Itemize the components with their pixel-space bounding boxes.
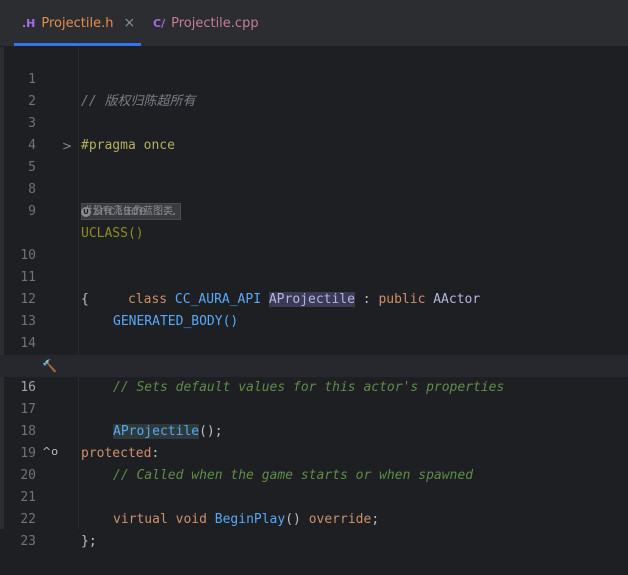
code-line[interactable]: 4 (0, 113, 628, 153)
hammer-icon[interactable]: 🔨 (42, 355, 57, 377)
code-line[interactable]: 22 }; (0, 487, 628, 549)
code-line[interactable]: 8 (0, 157, 628, 197)
code-line-current[interactable]: 16 🔨 AProjectile(); (0, 355, 628, 439)
blueprint-hint[interactable]: U 没有派生的蓝图类 (81, 202, 173, 222)
code-line[interactable]: 2 (0, 69, 628, 109)
closing-brace: }; (81, 534, 97, 549)
code-line[interactable]: 14 public: (0, 311, 628, 373)
code-line[interactable]: 18 protected: (0, 399, 628, 461)
code-line[interactable]: 9 UCLASS() (0, 179, 628, 241)
tab-projectile-cpp[interactable]: C/ Projectile.cpp (153, 0, 259, 46)
code-line[interactable]: 20 ^o virtual void BeginPlay() override; (0, 441, 628, 527)
close-icon[interactable]: × (123, 15, 135, 31)
code-line[interactable]: 10 class CC_AURA_API AProjectile : publi… (0, 223, 628, 307)
unreal-engine-icon: U (81, 207, 91, 217)
code-line[interactable]: 11 { (0, 245, 628, 307)
header-file-icon: .H (22, 16, 36, 30)
override-icon[interactable]: ^o (42, 441, 58, 463)
code-line[interactable]: 15 // Sets default values for this actor… (0, 333, 628, 395)
code-line[interactable]: 13 (0, 289, 628, 329)
code-line[interactable]: 1 // 版权归陈超所有 (0, 47, 628, 109)
tab-label: Projectile.cpp (171, 15, 259, 31)
tab-bar: .H Projectile.h × C/ Projectile.cpp (0, 0, 628, 47)
code-editor[interactable]: 1 // 版权归陈超所有 2 3 #pragma once 4 5 > #inc… (0, 47, 628, 549)
code-line[interactable]: 12 GENERATED_BODY() (0, 267, 628, 329)
line-number: 23 (20, 534, 36, 549)
inlay-hint-line: U 没有派生的蓝图类 (0, 202, 628, 222)
code-line[interactable]: 19 // Called when the game starts or whe… (0, 421, 628, 483)
cpp-file-icon: C/ (153, 16, 166, 30)
tab-label: Projectile.h (41, 15, 114, 31)
code-line[interactable]: 5 > #include ... (0, 135, 628, 220)
tab-projectile-h[interactable]: .H Projectile.h × (22, 0, 135, 46)
code-line[interactable]: 23 (0, 509, 628, 549)
active-tab-indicator (14, 43, 141, 46)
fold-expand-icon[interactable]: > (62, 135, 72, 157)
code-line[interactable]: 21 (0, 465, 628, 505)
code-line[interactable]: 3 #pragma once (0, 91, 628, 153)
hint-text: 没有派生的蓝图类 (93, 206, 173, 217)
code-line[interactable]: 17 (0, 377, 628, 417)
